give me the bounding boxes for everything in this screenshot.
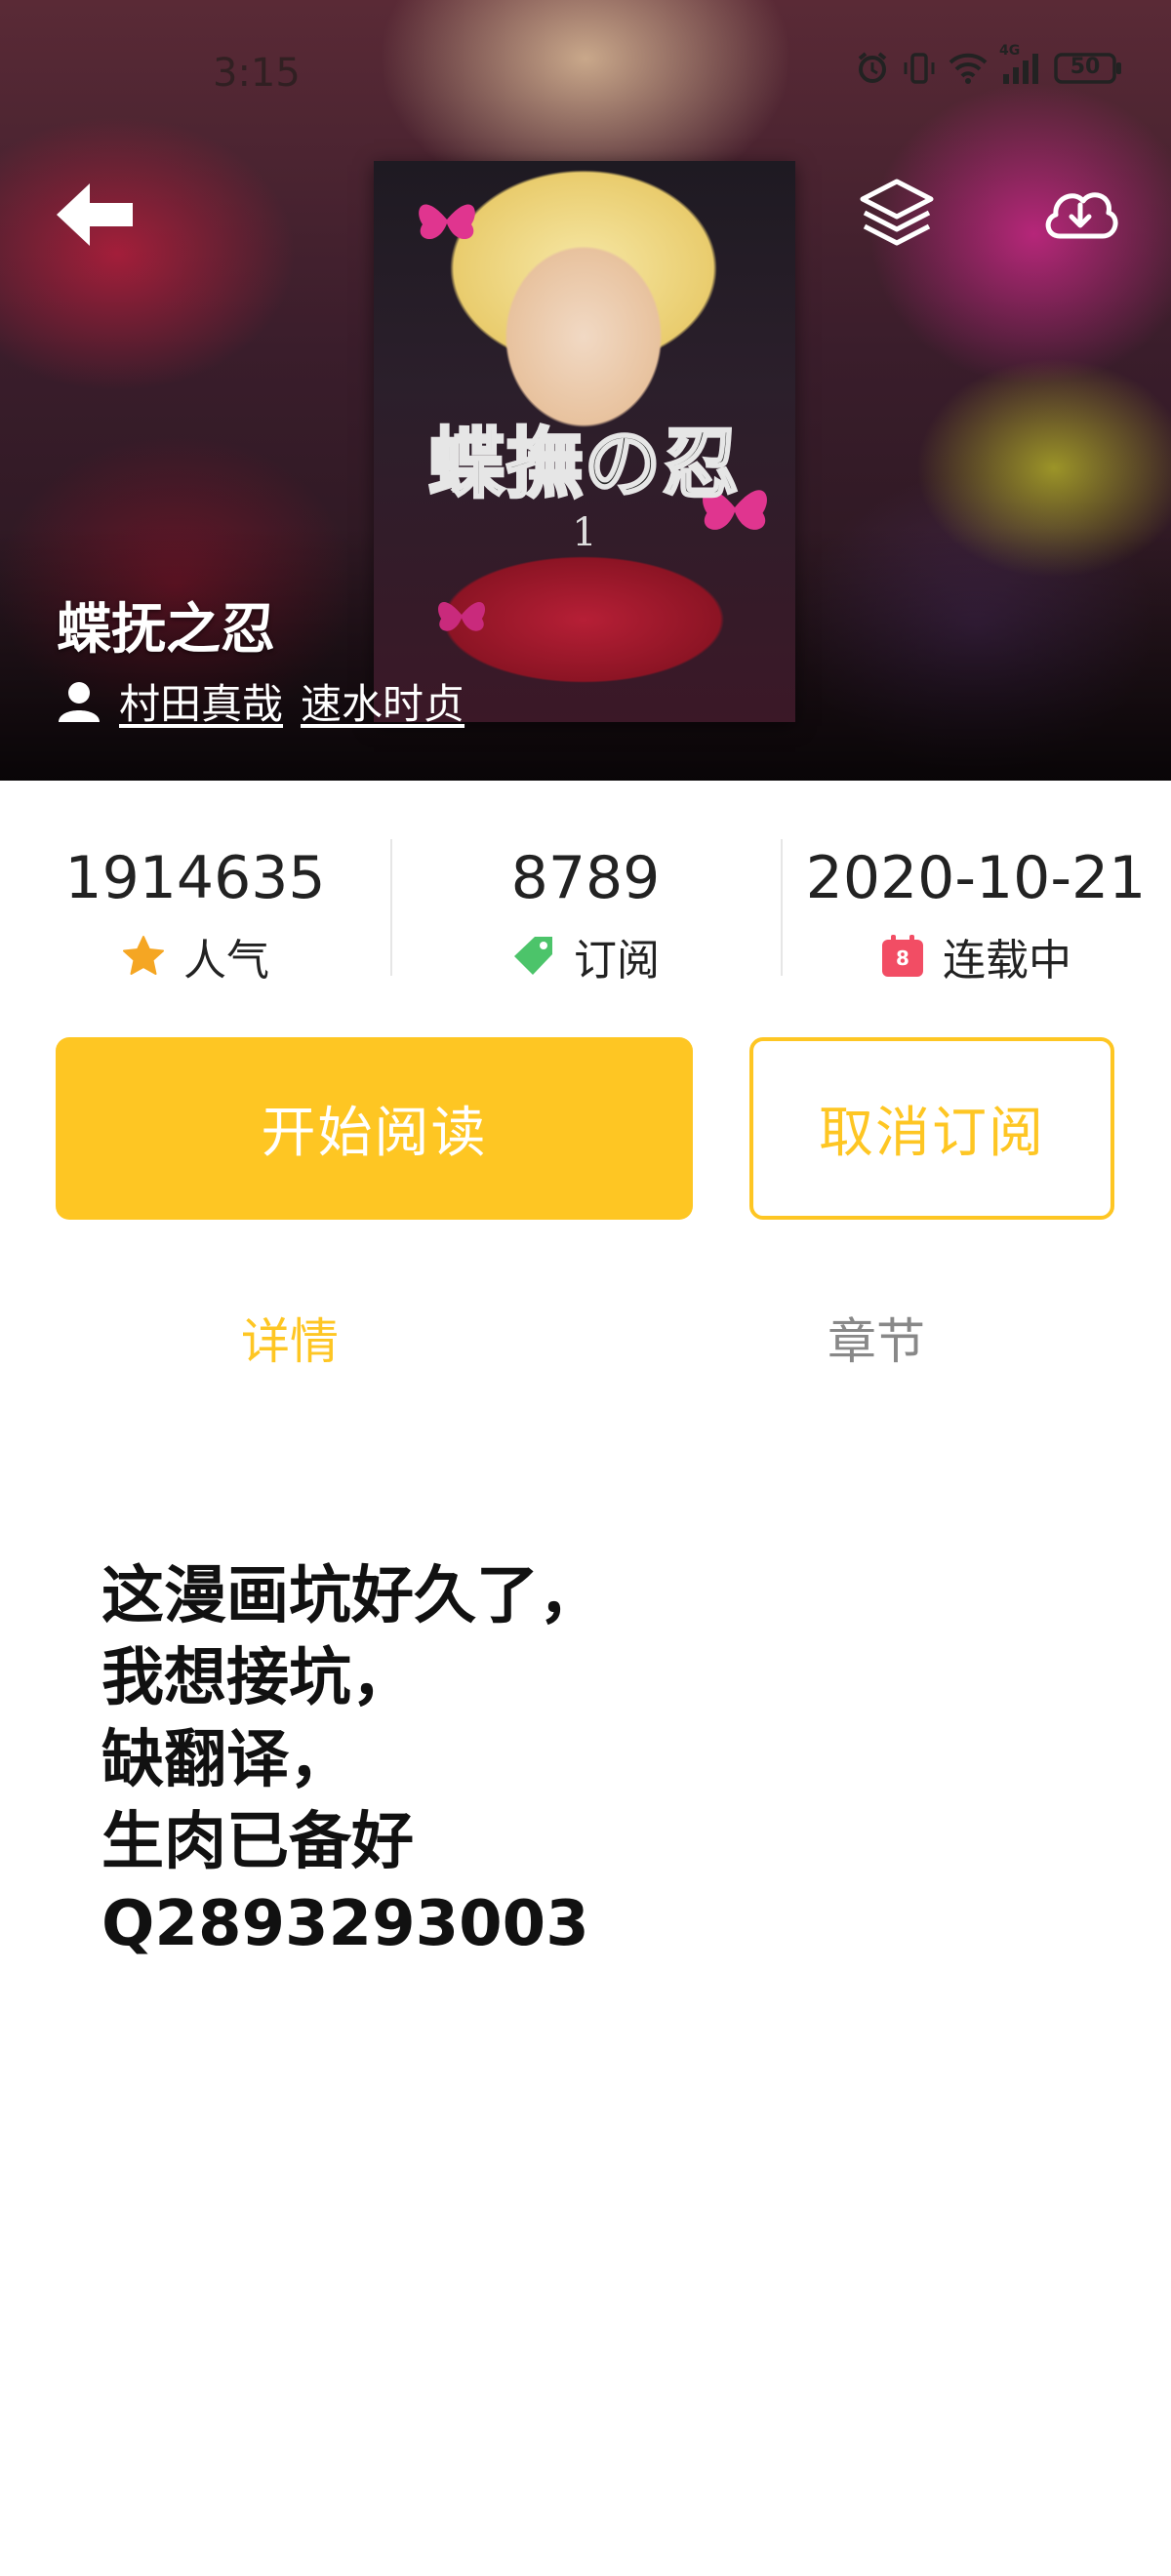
user-icon: [59, 681, 100, 722]
calendar-day: 8: [896, 946, 909, 970]
subscriptions-label: 订阅: [574, 936, 660, 986]
wifi-icon: [949, 51, 988, 86]
description-line: 我想接坑，: [101, 1642, 414, 1714]
download-button[interactable]: [1040, 176, 1120, 254]
description-line: 缺翻译，: [101, 1724, 351, 1796]
battery-level: 50: [1070, 55, 1101, 79]
back-arrow-icon: [57, 183, 133, 246]
back-button[interactable]: [51, 176, 139, 254]
status-label-row: 8 连载中: [781, 925, 1171, 987]
comic-title: 蝶抚之忍: [57, 598, 275, 662]
serial-status-label: 连载中: [943, 936, 1071, 986]
signal-icon: 4G: [999, 43, 1042, 86]
calendar-icon: 8: [880, 934, 925, 979]
layers-button[interactable]: [857, 176, 937, 254]
star-icon: [123, 936, 164, 975]
stat-subscriptions: 8789 订阅: [390, 839, 781, 995]
hero-banner: 3:15 4G 50 蝶撫の忍 1 蝶抚之忍 村田真哉 速水时贞: [0, 0, 1171, 781]
update-date: 2020-10-21: [805, 844, 1147, 912]
status-time: 3:15: [213, 51, 301, 96]
author-link[interactable]: 村田真哉: [119, 671, 283, 731]
stat-popularity: 1914635 人气: [0, 839, 390, 995]
start-reading-button[interactable]: 开始阅读: [56, 1037, 693, 1220]
network-label: 4G: [999, 43, 1021, 59]
stat-status: 2020-10-21 8 连载中: [781, 839, 1171, 995]
status-icons: 4G 50: [855, 43, 1122, 86]
author-link[interactable]: 速水时贞: [301, 671, 464, 731]
description-line: Q2893293003: [101, 1888, 589, 1960]
battery-icon: 50: [1054, 51, 1122, 86]
popularity-value: 1914635: [64, 844, 326, 912]
vibrate-icon: [902, 51, 937, 86]
butterfly-decoration: [419, 204, 475, 240]
popularity-label-row: 人气: [0, 925, 390, 987]
description-block: 这漫画坑好久了， 我想接坑， 缺翻译， 生肉已备好 Q2893293003: [101, 1555, 601, 1965]
author-list: 村田真哉 速水时贞: [57, 671, 464, 731]
status-bar: 3:15 4G 50: [0, 0, 1171, 146]
layers-icon: [860, 179, 934, 246]
popularity-label: 人气: [183, 936, 269, 986]
tab-chapters[interactable]: 章节: [828, 1303, 925, 1373]
unsubscribe-button[interactable]: 取消订阅: [749, 1037, 1114, 1220]
tab-details[interactable]: 详情: [241, 1303, 339, 1373]
butterfly-decoration: [437, 602, 486, 631]
alarm-icon: [855, 51, 890, 86]
tag-icon: [514, 937, 552, 975]
cover-title: 蝶撫の忍: [426, 419, 741, 510]
cover-image: 蝶撫の忍 1: [374, 161, 795, 722]
subscriptions-value: 8789: [510, 844, 661, 912]
cloud-download-icon: [1045, 192, 1118, 239]
cover-volume: 1: [572, 510, 597, 555]
description-line: 这漫画坑好久了，: [101, 1560, 601, 1632]
subscriptions-label-row: 订阅: [390, 925, 781, 987]
stats-row: 1914635 人气 8789 订阅 2020-10-21 8 连载中: [0, 839, 1171, 995]
description-line: 生肉已备好: [101, 1806, 414, 1878]
